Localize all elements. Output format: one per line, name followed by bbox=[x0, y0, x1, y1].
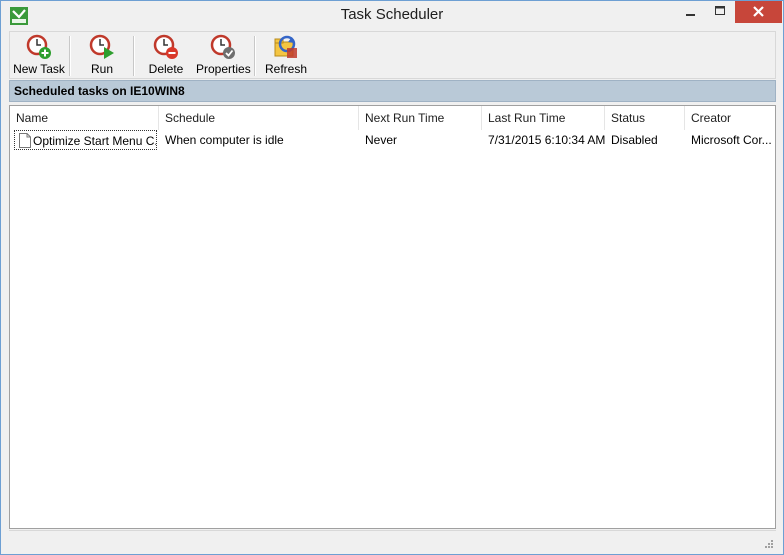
refresh-icon bbox=[274, 35, 297, 58]
task-schedule-cell: When computer is idle bbox=[159, 130, 359, 150]
new-task-label: New Task bbox=[13, 62, 65, 76]
clock-add-icon bbox=[26, 34, 51, 59]
toolbar: New Task Run Delete Properties Refresh bbox=[9, 31, 776, 79]
title-bar[interactable]: Task Scheduler bbox=[1, 1, 783, 31]
run-button[interactable]: Run bbox=[80, 34, 124, 78]
minimize-icon bbox=[686, 14, 695, 16]
task-name: Optimize Start Menu C... bbox=[33, 134, 157, 148]
column-header-status[interactable]: Status bbox=[605, 106, 685, 130]
task-status-cell: Disabled bbox=[605, 130, 685, 150]
column-header-next-run-time[interactable]: Next Run Time bbox=[359, 106, 482, 130]
table-row[interactable]: Optimize Start Menu C... When computer i… bbox=[10, 130, 775, 150]
task-last-run-time: 7/31/2015 6:10:34 AM bbox=[488, 133, 605, 147]
resize-grip-icon[interactable] bbox=[762, 537, 774, 549]
task-name-cell[interactable]: Optimize Start Menu C... bbox=[14, 130, 157, 150]
window-title: Task Scheduler bbox=[340, 6, 444, 23]
column-label: Last Run Time bbox=[488, 111, 566, 125]
column-header-schedule[interactable]: Schedule bbox=[159, 106, 359, 130]
column-header-creator[interactable]: Creator bbox=[685, 106, 775, 130]
tasks-list-view[interactable]: Name Schedule Next Run Time Last Run Tim… bbox=[9, 105, 776, 529]
properties-label: Properties bbox=[196, 62, 251, 76]
task-creator: Microsoft Cor... bbox=[691, 133, 772, 147]
close-button[interactable] bbox=[735, 1, 782, 23]
properties-button[interactable]: Properties bbox=[196, 34, 251, 78]
maximize-button[interactable] bbox=[705, 1, 735, 23]
new-task-button[interactable]: New Task bbox=[11, 34, 67, 78]
refresh-button[interactable]: Refresh bbox=[264, 34, 308, 78]
delete-label: Delete bbox=[148, 62, 184, 76]
task-next-run-time: Never bbox=[365, 133, 398, 147]
task-schedule: When computer is idle bbox=[165, 133, 284, 147]
task-creator-cell: Microsoft Cor... bbox=[685, 130, 775, 150]
toolbar-separator bbox=[133, 36, 135, 76]
column-header-last-run-time[interactable]: Last Run Time bbox=[482, 106, 605, 130]
toolbar-separator bbox=[69, 36, 71, 76]
column-label: Schedule bbox=[165, 111, 216, 125]
section-title: Scheduled tasks on IE10WIN8 bbox=[14, 84, 185, 98]
toolbar-separator bbox=[254, 36, 256, 76]
clock-run-icon bbox=[89, 34, 114, 59]
column-label: Name bbox=[16, 111, 49, 125]
column-label: Creator bbox=[691, 111, 732, 125]
column-header-name[interactable]: Name bbox=[10, 106, 159, 130]
delete-button[interactable]: Delete bbox=[144, 34, 188, 78]
run-label: Run bbox=[90, 62, 113, 76]
minimize-button[interactable] bbox=[675, 1, 705, 23]
status-bar bbox=[9, 530, 776, 551]
column-label: Next Run Time bbox=[365, 111, 445, 125]
clock-properties-icon bbox=[210, 34, 235, 59]
scheduled-tasks-header: Scheduled tasks on IE10WIN8 bbox=[9, 80, 776, 102]
close-icon bbox=[753, 6, 764, 17]
task-scheduler-window: Task Scheduler New Task Run Delete Prope… bbox=[0, 0, 784, 555]
task-next-run-cell: Never bbox=[359, 130, 482, 150]
task-status: Disabled bbox=[611, 133, 658, 147]
clock-delete-icon bbox=[153, 34, 178, 59]
column-label: Status bbox=[611, 111, 646, 125]
maximize-icon bbox=[715, 6, 725, 15]
task-last-run-cell: 7/31/2015 6:10:34 AM bbox=[482, 130, 605, 150]
refresh-label: Refresh bbox=[264, 62, 308, 76]
task-file-icon bbox=[19, 133, 31, 148]
